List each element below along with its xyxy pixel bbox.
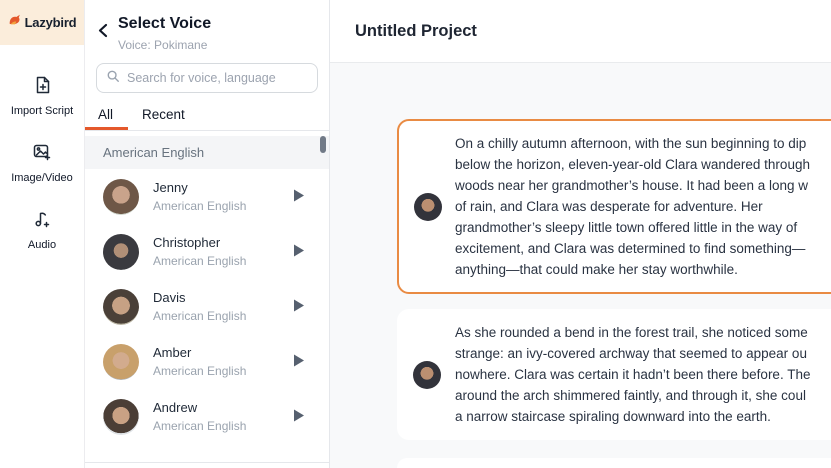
script-block-selected[interactable]: On a chilly autumn afternoon, with the s…	[397, 119, 831, 294]
voice-language: American English	[153, 254, 289, 268]
app-window: Lazybird Import Script	[0, 0, 831, 468]
speaker-avatar	[414, 193, 442, 221]
voice-row-davis[interactable]: Davis American English	[85, 279, 329, 334]
tab-recent[interactable]: Recent	[128, 101, 199, 130]
voice-search	[96, 63, 318, 93]
script-content: On a chilly autumn afternoon, with the s…	[330, 63, 831, 468]
voice-name: Christopher	[153, 235, 289, 250]
avatar	[103, 289, 139, 325]
sidebar-item-import-script[interactable]: Import Script	[11, 75, 73, 117]
voice-language: American English	[153, 364, 289, 378]
voice-name: Andrew	[153, 400, 289, 415]
avatar	[103, 234, 139, 270]
audio-icon	[32, 209, 52, 234]
image-video-icon	[32, 142, 52, 167]
voice-language: American English	[153, 309, 289, 323]
script-line: excitement, and Clara was determined to …	[455, 238, 831, 259]
script-line: a narrow staircase spiraling downward in…	[455, 406, 831, 427]
script-line: nowhere. Clara was certain it hadn’t bee…	[455, 364, 831, 385]
voice-tabs: All Recent	[85, 101, 329, 131]
avatar	[103, 179, 139, 215]
language-section-header: American English	[85, 136, 329, 169]
main-area: Untitled Project On a chilly autumn afte…	[330, 0, 831, 468]
brand-logo[interactable]: Lazybird	[0, 0, 84, 45]
play-icon	[293, 189, 305, 205]
script-line: anything—that could make her stay worthw…	[455, 259, 831, 280]
voice-row-andrew[interactable]: Andrew American English	[85, 389, 329, 444]
play-icon	[293, 409, 305, 425]
play-icon	[293, 244, 305, 260]
voice-name: Jenny	[153, 180, 289, 195]
avatar	[103, 344, 139, 380]
play-icon	[293, 354, 305, 370]
voice-panel-header: Select Voice Voice: Pokimane	[85, 0, 329, 52]
import-script-icon	[32, 75, 52, 100]
project-header: Untitled Project	[330, 0, 831, 63]
play-voice-button[interactable]	[289, 295, 309, 319]
sidebar-item-audio[interactable]: Audio	[28, 209, 56, 251]
current-voice-label: Voice: Pokimane	[118, 38, 211, 52]
brand-name: Lazybird	[25, 15, 77, 30]
script-line: below the horizon, eleven-year-old Clara…	[455, 154, 831, 175]
play-voice-button[interactable]	[289, 185, 309, 209]
sidebar-item-label: Image/Video	[11, 172, 73, 184]
voice-name: Davis	[153, 290, 289, 305]
tab-all[interactable]: All	[85, 101, 128, 130]
voice-panel-footer	[85, 462, 329, 468]
script-block[interactable]: As she rounded a bend in the forest trai…	[397, 309, 831, 440]
script-line: woods near her grandmother’s house. It h…	[455, 175, 831, 196]
sidebar-item-image-video[interactable]: Image/Video	[11, 142, 73, 184]
sidebar-item-label: Audio	[28, 239, 56, 251]
play-icon	[293, 299, 305, 315]
script-line: strange: an ivy-covered archway that see…	[455, 343, 831, 364]
avatar	[103, 399, 139, 435]
voice-row-amber[interactable]: Amber American English	[85, 334, 329, 389]
voice-language: American English	[153, 419, 289, 433]
voice-name: Amber	[153, 345, 289, 360]
script-block-partial[interactable]	[397, 458, 831, 468]
select-voice-panel: Select Voice Voice: Pokimane All Recent …	[85, 0, 330, 468]
search-icon	[106, 69, 120, 88]
scrollbar-thumb[interactable]	[320, 136, 326, 153]
page-title: Untitled Project	[355, 22, 477, 41]
rail-nav: Import Script Image/Video	[0, 75, 84, 251]
voice-row-christopher[interactable]: Christopher American English	[85, 224, 329, 279]
speaker-avatar	[413, 361, 441, 389]
search-input[interactable]	[127, 71, 308, 85]
play-voice-button[interactable]	[289, 240, 309, 264]
chevron-left-icon	[97, 26, 109, 41]
play-voice-button[interactable]	[289, 350, 309, 374]
script-line: As she rounded a bend in the forest trai…	[455, 322, 831, 343]
voice-list: American English Jenny American English …	[85, 131, 329, 462]
script-line: On a chilly autumn afternoon, with the s…	[455, 133, 831, 154]
back-button[interactable]	[97, 21, 109, 41]
voice-row-jenny[interactable]: Jenny American English	[85, 169, 329, 224]
script-line: of rain, and Clara was desperate for adv…	[455, 196, 831, 217]
play-voice-button[interactable]	[289, 405, 309, 429]
left-rail: Lazybird Import Script	[0, 0, 85, 468]
script-line: around the arch shimmered faintly, and t…	[455, 385, 831, 406]
lazybird-bird-icon	[8, 13, 22, 32]
voice-language: American English	[153, 199, 289, 213]
script-line: grandmother’s sleepy little town offered…	[455, 217, 831, 238]
panel-title: Select Voice	[118, 15, 211, 33]
sidebar-item-label: Import Script	[11, 105, 73, 117]
